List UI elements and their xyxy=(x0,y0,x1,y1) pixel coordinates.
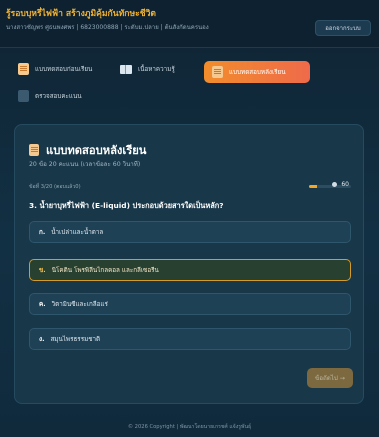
nav-content-label: เนื้อหาความรู้ xyxy=(138,66,175,73)
document-icon xyxy=(18,63,29,75)
quiz-title-text: แบบทดสอบหลังเรียน xyxy=(46,144,147,157)
option-text: วิตามินซีและเกลือแร่ xyxy=(51,301,108,308)
option-key: ก. xyxy=(39,229,46,236)
nav-score-label: ตรวจสอบคะแนน xyxy=(35,93,82,100)
clock-icon xyxy=(332,182,338,187)
checklist-icon xyxy=(18,90,29,102)
logout-button[interactable]: ออกจากระบบ xyxy=(315,20,371,36)
timer-value: 60 xyxy=(341,181,349,188)
progress-fill xyxy=(309,185,318,188)
quiz-title: แบบทดสอบหลังเรียน xyxy=(29,141,146,159)
answer-option-d[interactable]: ง. สมุนไพรธรรมชาติ xyxy=(29,328,351,350)
document-icon xyxy=(212,66,223,78)
user-info: นางสาวชัญพร ศูธนพงศพร | 6823000888 | ระด… xyxy=(6,24,209,31)
nav-score[interactable]: ตรวจสอบคะแนน xyxy=(10,85,90,107)
quiz-meta: 20 ข้อ 20 คะแนน (เวลาข้อละ 60 วินาที) xyxy=(29,161,141,168)
footer-copyright: © 2026 Copyright | พัฒนาโดยนายเกรชศ์ แจ้… xyxy=(127,424,252,430)
answer-option-c[interactable]: ค. วิตามินซีและเกลือแร่ xyxy=(29,293,351,315)
nav-pretest-label: แบบทดสอบก่อนเรียน xyxy=(35,66,93,73)
timer: 60 xyxy=(332,181,349,188)
question-counter: ข้อที่ 3/20 (ตอบแล้ว0) xyxy=(29,184,81,190)
app-header: รู้รอบบุหรี่ไฟฟ้า สร้างภูมิคุ้มกันทักษะช… xyxy=(0,0,379,48)
nav-posttest[interactable]: แบบทดสอบหลังเรียน xyxy=(204,61,310,83)
nav-pretest[interactable]: แบบทดสอบก่อนเรียน xyxy=(10,58,100,80)
question-text: 3. น้ำยาบุหรี่ไฟฟ้า (E-liquid) ประกอบด้ว… xyxy=(29,201,224,210)
quiz-card: แบบทดสอบหลังเรียน 20 ข้อ 20 คะแนน (เวลาข… xyxy=(14,124,364,404)
nav-posttest-label: แบบทดสอบหลังเรียน xyxy=(229,69,286,76)
answer-option-a[interactable]: ก. น้ำเปล่าและน้ำตาล xyxy=(29,221,351,243)
option-text: สมุนไพรธรรมชาติ xyxy=(50,336,101,343)
answer-option-b[interactable]: ข. นิโคติน โพรพิลีนไกลคอล และกลีเซอรีน xyxy=(29,259,351,281)
book-icon xyxy=(120,64,132,74)
document-icon xyxy=(29,144,39,156)
option-key: ค. xyxy=(39,301,46,308)
option-key: ง. xyxy=(39,336,45,343)
next-question-button[interactable]: ข้อถัดไป → xyxy=(307,368,353,388)
option-text: น้ำเปล่าและน้ำตาล xyxy=(51,229,104,236)
option-text: นิโคติน โพรพิลีนไกลคอล และกลีเซอรีน xyxy=(51,267,159,274)
option-key: ข. xyxy=(39,267,46,274)
app-title: รู้รอบบุหรี่ไฟฟ้า สร้างภูมิคุ้มกันทักษะช… xyxy=(6,9,156,19)
nav-content[interactable]: เนื้อหาความรู้ xyxy=(112,58,183,80)
